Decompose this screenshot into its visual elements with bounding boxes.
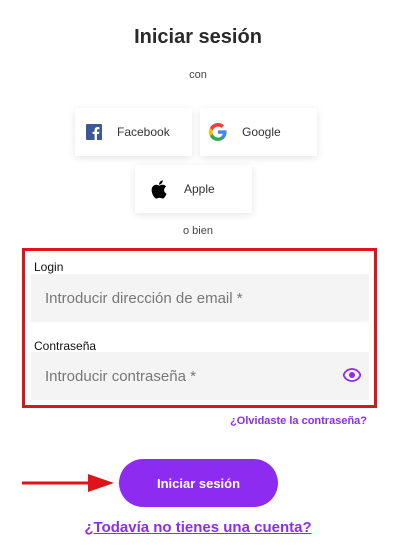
login-submit-button[interactable]: Iniciar sesión <box>119 459 278 507</box>
facebook-login-button[interactable]: Facebook <box>75 108 192 156</box>
google-icon <box>207 121 229 143</box>
signup-link[interactable]: ¿Todavía no tienes una cuenta? <box>0 519 396 536</box>
apple-login-button[interactable]: Apple <box>135 165 252 213</box>
forgot-password-link[interactable]: ¿Olvidaste la contraseña? <box>230 415 367 427</box>
google-label: Google <box>242 125 281 139</box>
password-label: Contraseña <box>34 339 97 353</box>
login-label: Login <box>34 260 64 274</box>
separator-text: o bien <box>183 225 213 237</box>
page-title: Iniciar sesión <box>134 26 262 48</box>
facebook-label: Facebook <box>117 125 170 139</box>
email-input[interactable] <box>31 274 369 322</box>
login-form-highlight: Login Contraseña <box>22 248 377 408</box>
eye-icon[interactable] <box>342 368 362 382</box>
apple-label: Apple <box>184 182 215 196</box>
social-intro-text: con <box>189 69 207 81</box>
password-input[interactable] <box>31 352 369 400</box>
facebook-icon <box>83 121 105 143</box>
apple-icon <box>148 178 170 200</box>
google-login-button[interactable]: Google <box>200 108 317 156</box>
arrow-annotation-icon <box>22 474 114 492</box>
